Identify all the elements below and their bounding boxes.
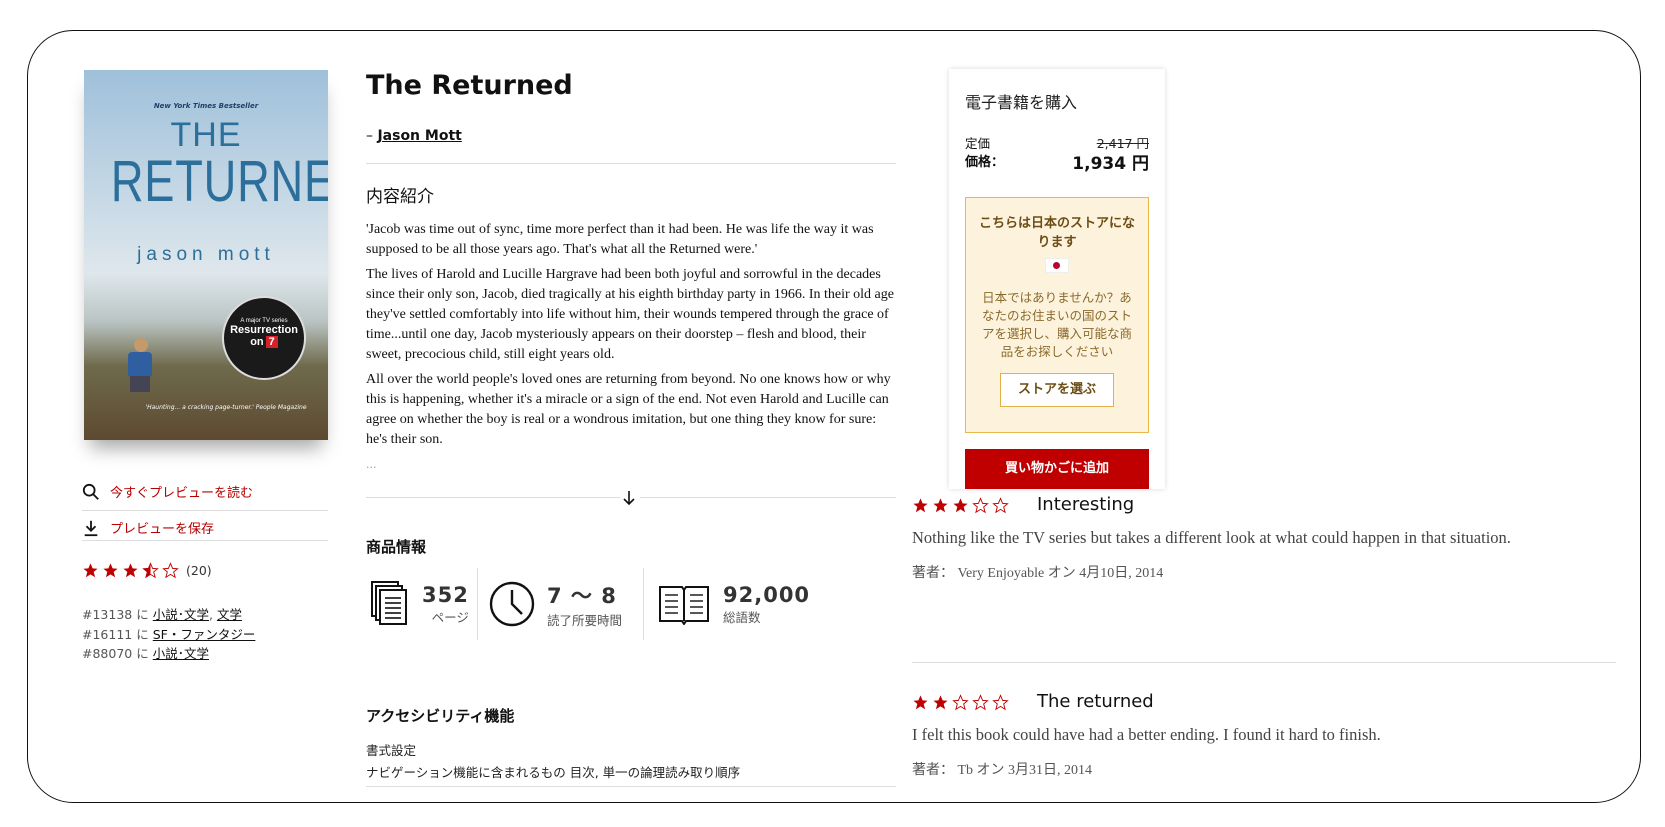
rating-count: (20) — [186, 563, 212, 578]
star-empty-icon — [952, 694, 969, 711]
pages-label: ページ — [431, 609, 469, 625]
star-empty-icon — [162, 562, 179, 579]
cover-title-line2: RETURNED — [110, 149, 328, 214]
book-open-icon — [659, 586, 709, 625]
description-text: 'Jacob was time out of sync, time more p… — [366, 220, 896, 455]
search-icon — [82, 483, 99, 500]
accessibility-heading: アクセシビリティ機能 — [366, 707, 515, 725]
review-body: Nothing like the TV series but takes a d… — [912, 528, 1511, 547]
read-preview-label: 今すぐプレビューを読む — [110, 486, 254, 501]
category-link[interactable]: 小説･文学 — [153, 607, 209, 622]
overall-rating[interactable]: (20) — [82, 562, 212, 579]
review-title: The returned — [1037, 691, 1154, 712]
list-price-label: 定価 — [965, 136, 991, 151]
word-count-value: 92,000 — [723, 582, 811, 607]
navigation-features: ナビゲーション機能に含まれるもの 目次, 単一の論理読み取り順序 — [366, 765, 741, 780]
star-half-icon — [142, 562, 159, 579]
divider — [366, 163, 896, 164]
category-link[interactable]: 文学 — [217, 607, 242, 622]
description-ellipsis: ... — [366, 458, 377, 471]
review-title: Interesting — [1037, 494, 1135, 515]
star-full-icon — [913, 498, 928, 513]
buy-box: 電子書籍を購入 定価 2,417 円 価格： 1,934 円 こちらは日本のスト… — [949, 69, 1165, 489]
divider — [82, 510, 328, 511]
review-rating — [912, 694, 1009, 711]
choose-store-button[interactable]: ストアを選ぶ — [1000, 373, 1114, 407]
divider — [366, 786, 896, 787]
download-icon — [84, 520, 98, 536]
star-full-icon — [913, 695, 928, 710]
divider — [640, 497, 896, 498]
stat-word-count: 92,000 総語数 — [657, 572, 810, 636]
cover-author: jason mott — [137, 244, 275, 265]
divider — [82, 540, 328, 541]
book-cover[interactable]: New York Times Bestseller THE RETURNED j… — [84, 70, 328, 440]
description-paragraph: All over the world people's loved ones a… — [366, 372, 891, 447]
sale-price: 1,934 円 — [1072, 154, 1149, 174]
buy-heading: 電子書籍を購入 — [965, 93, 1078, 112]
store-notice-body: 日本ではありませんか？あなたのお住まいの国のストアを選択し、購入可能な商品をお探… — [981, 290, 1132, 359]
word-count-label: 総語数 — [723, 609, 761, 625]
category-link[interactable]: 小説･文学 — [153, 646, 209, 661]
ranking-row: #16111 に SF・ファンタジー — [82, 627, 256, 642]
store-notice-title: こちらは日本のストアになります — [978, 216, 1135, 250]
star-full-icon — [933, 695, 948, 710]
reading-time-label: 読了所要時間 — [547, 612, 623, 628]
product-info-heading: 商品情報 — [366, 538, 427, 556]
star-full-icon — [123, 563, 138, 578]
review-body: I felt this book could have had a better… — [912, 725, 1381, 744]
cover-quote: 'Haunting... a cracking page-turner.' Pe… — [145, 404, 307, 411]
ranking-row: #13138 に 小説･文学, 文学 — [82, 607, 242, 622]
clock-icon — [489, 581, 535, 627]
description-paragraph: 'Jacob was time out of sync, time more p… — [366, 222, 874, 257]
review-meta: 著者： Very Enjoyable オン 4月10日, 2014 — [912, 566, 1164, 581]
star-empty-icon — [972, 694, 989, 711]
star-full-icon — [103, 563, 118, 578]
cover-bestseller: New York Times Bestseller — [153, 102, 259, 110]
add-to-cart-button[interactable]: 買い物かごに追加 — [965, 449, 1149, 489]
read-preview-link[interactable]: 今すぐプレビューを読む — [82, 482, 253, 501]
pages-value: 352 — [422, 582, 469, 607]
reading-time-value: 7 ～ 8 — [547, 583, 617, 608]
star-full-icon — [83, 563, 98, 578]
cover-tv-badge: A major TV series Resurrection on 7 — [222, 296, 306, 380]
star-empty-icon — [992, 497, 1009, 514]
save-preview-label: プレビューを保存 — [110, 522, 215, 537]
star-full-icon — [933, 498, 948, 513]
cover-boy-figure — [128, 338, 154, 396]
category-link[interactable]: SF・ファンタジー — [153, 627, 256, 642]
star-empty-icon — [992, 694, 1009, 711]
author-line: – Jason Mott — [366, 128, 462, 144]
review-rating — [912, 497, 1009, 514]
star-full-icon — [953, 498, 968, 513]
japan-flag-icon — [1045, 258, 1069, 273]
expand-arrow-icon[interactable] — [622, 490, 636, 506]
description-heading: 内容紹介 — [366, 187, 434, 207]
description-paragraph: The lives of Harold and Lucille Hargrave… — [366, 267, 894, 362]
save-preview-link[interactable]: プレビューを保存 — [82, 518, 214, 537]
divider — [366, 497, 620, 498]
review-meta: 著者： Tb オン 3月31日, 2014 — [912, 763, 1093, 778]
star-empty-icon — [972, 497, 989, 514]
divider — [643, 568, 644, 640]
ranking-row: #88070 に 小説･文学 — [82, 646, 209, 661]
format-label: 書式設定 — [366, 743, 417, 758]
pages-icon — [371, 581, 407, 625]
book-title: The Returned — [366, 70, 573, 101]
stat-pages: 352 ページ — [370, 572, 469, 636]
author-link[interactable]: Jason Mott — [377, 128, 461, 144]
price-label: 価格： — [965, 155, 1005, 170]
stat-reading-time: 7 ～ 8 読了所要時間 — [489, 572, 622, 636]
divider — [912, 662, 1616, 663]
divider — [477, 568, 478, 640]
store-notice: こちらは日本のストアになります 日本ではありませんか？あなたのお住まいの国のスト… — [965, 197, 1149, 433]
